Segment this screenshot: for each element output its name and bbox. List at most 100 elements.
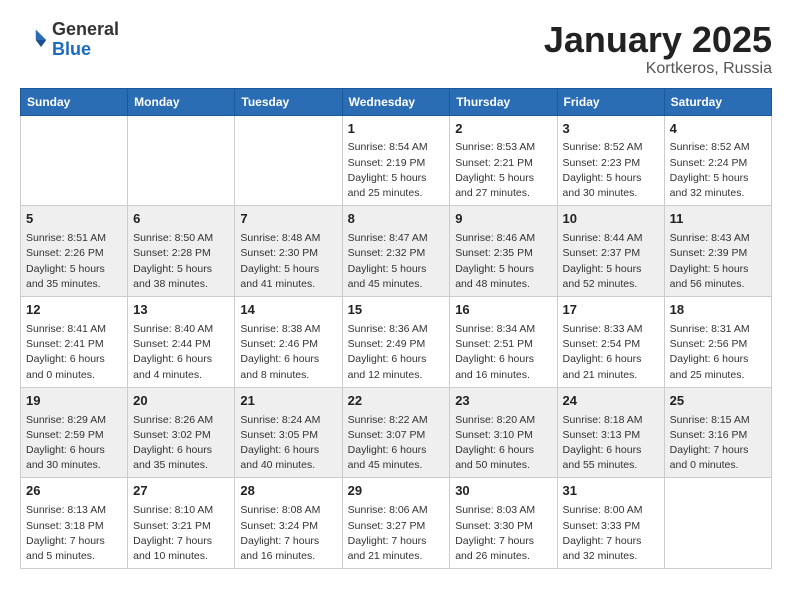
day-number: 15 — [348, 301, 445, 320]
weekday-header-wednesday: Wednesday — [342, 88, 450, 115]
calendar-table: SundayMondayTuesdayWednesdayThursdayFrid… — [20, 88, 772, 570]
day-info-line: Daylight: 5 hours — [563, 171, 659, 186]
day-info-line: and 26 minutes. — [455, 549, 551, 564]
day-info-line: Sunset: 2:59 PM — [26, 428, 122, 443]
day-number: 8 — [348, 210, 445, 229]
day-info-line: Sunrise: 8:18 AM — [563, 413, 659, 428]
day-info-line: and 56 minutes. — [670, 277, 766, 292]
day-info-line: Sunrise: 8:34 AM — [455, 322, 551, 337]
day-info-line: and 0 minutes. — [26, 368, 122, 383]
calendar-cell: 10Sunrise: 8:44 AMSunset: 2:37 PMDayligh… — [557, 206, 664, 297]
day-info-line: Daylight: 6 hours — [455, 352, 551, 367]
page-header: General Blue January 2025 Kortkeros, Rus… — [20, 20, 772, 78]
calendar-cell: 28Sunrise: 8:08 AMSunset: 3:24 PMDayligh… — [235, 478, 342, 569]
calendar-cell: 30Sunrise: 8:03 AMSunset: 3:30 PMDayligh… — [450, 478, 557, 569]
day-info-line: Daylight: 5 hours — [133, 262, 229, 277]
day-info-line: Sunset: 2:23 PM — [563, 156, 659, 171]
day-info-line: and 12 minutes. — [348, 368, 445, 383]
day-info-line: and 30 minutes. — [563, 186, 659, 201]
day-number: 7 — [240, 210, 336, 229]
day-info-line: and 16 minutes. — [240, 549, 336, 564]
day-info-line: and 16 minutes. — [455, 368, 551, 383]
day-number: 23 — [455, 392, 551, 411]
weekday-header-friday: Friday — [557, 88, 664, 115]
day-number: 9 — [455, 210, 551, 229]
day-number: 29 — [348, 482, 445, 501]
day-info-line: Daylight: 6 hours — [133, 443, 229, 458]
day-info-line: and 40 minutes. — [240, 458, 336, 473]
weekday-header-tuesday: Tuesday — [235, 88, 342, 115]
calendar-cell: 4Sunrise: 8:52 AMSunset: 2:24 PMDaylight… — [664, 115, 771, 206]
day-info-line: Sunset: 2:37 PM — [563, 246, 659, 261]
day-info-line: and 55 minutes. — [563, 458, 659, 473]
day-info-line: and 52 minutes. — [563, 277, 659, 292]
day-info-line: Sunrise: 8:41 AM — [26, 322, 122, 337]
calendar-cell: 11Sunrise: 8:43 AMSunset: 2:39 PMDayligh… — [664, 206, 771, 297]
logo-text: General Blue — [52, 20, 119, 60]
day-number: 16 — [455, 301, 551, 320]
day-info-line: Daylight: 7 hours — [563, 534, 659, 549]
day-info-line: Sunrise: 8:40 AM — [133, 322, 229, 337]
day-info-line: Sunrise: 8:48 AM — [240, 231, 336, 246]
day-number: 22 — [348, 392, 445, 411]
day-info-line: and 21 minutes. — [348, 549, 445, 564]
day-info-line: Sunset: 2:24 PM — [670, 156, 766, 171]
day-info-line: Daylight: 6 hours — [348, 352, 445, 367]
week-row-4: 19Sunrise: 8:29 AMSunset: 2:59 PMDayligh… — [21, 387, 772, 478]
week-row-5: 26Sunrise: 8:13 AMSunset: 3:18 PMDayligh… — [21, 478, 772, 569]
day-info-line: Sunset: 3:13 PM — [563, 428, 659, 443]
calendar-cell: 1Sunrise: 8:54 AMSunset: 2:19 PMDaylight… — [342, 115, 450, 206]
day-info-line: Sunrise: 8:22 AM — [348, 413, 445, 428]
calendar-cell: 5Sunrise: 8:51 AMSunset: 2:26 PMDaylight… — [21, 206, 128, 297]
day-info-line: Sunrise: 8:46 AM — [455, 231, 551, 246]
day-info-line: Sunrise: 8:36 AM — [348, 322, 445, 337]
day-number: 27 — [133, 482, 229, 501]
day-info-line: Sunset: 2:28 PM — [133, 246, 229, 261]
day-info-line: Sunrise: 8:54 AM — [348, 140, 445, 155]
day-info-line: Sunrise: 8:00 AM — [563, 503, 659, 518]
day-info-line: Sunset: 2:32 PM — [348, 246, 445, 261]
day-info-line: Sunrise: 8:33 AM — [563, 322, 659, 337]
week-row-3: 12Sunrise: 8:41 AMSunset: 2:41 PMDayligh… — [21, 297, 772, 388]
day-info-line: Sunrise: 8:52 AM — [563, 140, 659, 155]
calendar-cell: 12Sunrise: 8:41 AMSunset: 2:41 PMDayligh… — [21, 297, 128, 388]
day-info-line: Daylight: 6 hours — [348, 443, 445, 458]
day-info-line: and 5 minutes. — [26, 549, 122, 564]
day-info-line: Sunrise: 8:53 AM — [455, 140, 551, 155]
day-info-line: Sunset: 2:30 PM — [240, 246, 336, 261]
day-info-line: Sunrise: 8:38 AM — [240, 322, 336, 337]
calendar-cell: 22 Sunrise: 8:22 AMSunset: 3:07 PMDayligh… — [342, 387, 450, 478]
day-info-line: Daylight: 5 hours — [348, 171, 445, 186]
day-info-line: and 32 minutes. — [670, 186, 766, 201]
day-number: 30 — [455, 482, 551, 501]
day-info-line: Sunset: 3:33 PM — [563, 519, 659, 534]
day-info-line: Daylight: 6 hours — [455, 443, 551, 458]
day-info-line: and 21 minutes. — [563, 368, 659, 383]
day-number: 14 — [240, 301, 336, 320]
calendar-cell — [664, 478, 771, 569]
day-info-line: and 30 minutes. — [26, 458, 122, 473]
day-info-line: Sunset: 3:07 PM — [348, 428, 445, 443]
day-info-line: and 48 minutes. — [455, 277, 551, 292]
calendar-cell: 14Sunrise: 8:38 AMSunset: 2:46 PMDayligh… — [235, 297, 342, 388]
day-info-line: Sunset: 3:24 PM — [240, 519, 336, 534]
day-info-line: and 32 minutes. — [563, 549, 659, 564]
day-info-line: Sunset: 2:44 PM — [133, 337, 229, 352]
day-info-line: Sunset: 3:27 PM — [348, 519, 445, 534]
calendar-cell: 2Sunrise: 8:53 AMSunset: 2:21 PMDaylight… — [450, 115, 557, 206]
month-title: January 2025 — [544, 20, 772, 60]
calendar-cell: 23Sunrise: 8:20 AMSunset: 3:10 PMDayligh… — [450, 387, 557, 478]
day-info-line: Sunset: 2:26 PM — [26, 246, 122, 261]
day-info-line: and 0 minutes. — [670, 458, 766, 473]
day-number: 4 — [670, 120, 766, 139]
day-number: 31 — [563, 482, 659, 501]
calendar-cell: 18Sunrise: 8:31 AMSunset: 2:56 PMDayligh… — [664, 297, 771, 388]
day-info-line: Sunrise: 8:51 AM — [26, 231, 122, 246]
day-info-line: Daylight: 7 hours — [348, 534, 445, 549]
calendar-cell: 16Sunrise: 8:34 AMSunset: 2:51 PMDayligh… — [450, 297, 557, 388]
day-number: 11 — [670, 210, 766, 229]
calendar-cell: 15Sunrise: 8:36 AMSunset: 2:49 PMDayligh… — [342, 297, 450, 388]
day-info-line: and 8 minutes. — [240, 368, 336, 383]
day-info-line: and 45 minutes. — [348, 458, 445, 473]
weekday-header-monday: Monday — [128, 88, 235, 115]
